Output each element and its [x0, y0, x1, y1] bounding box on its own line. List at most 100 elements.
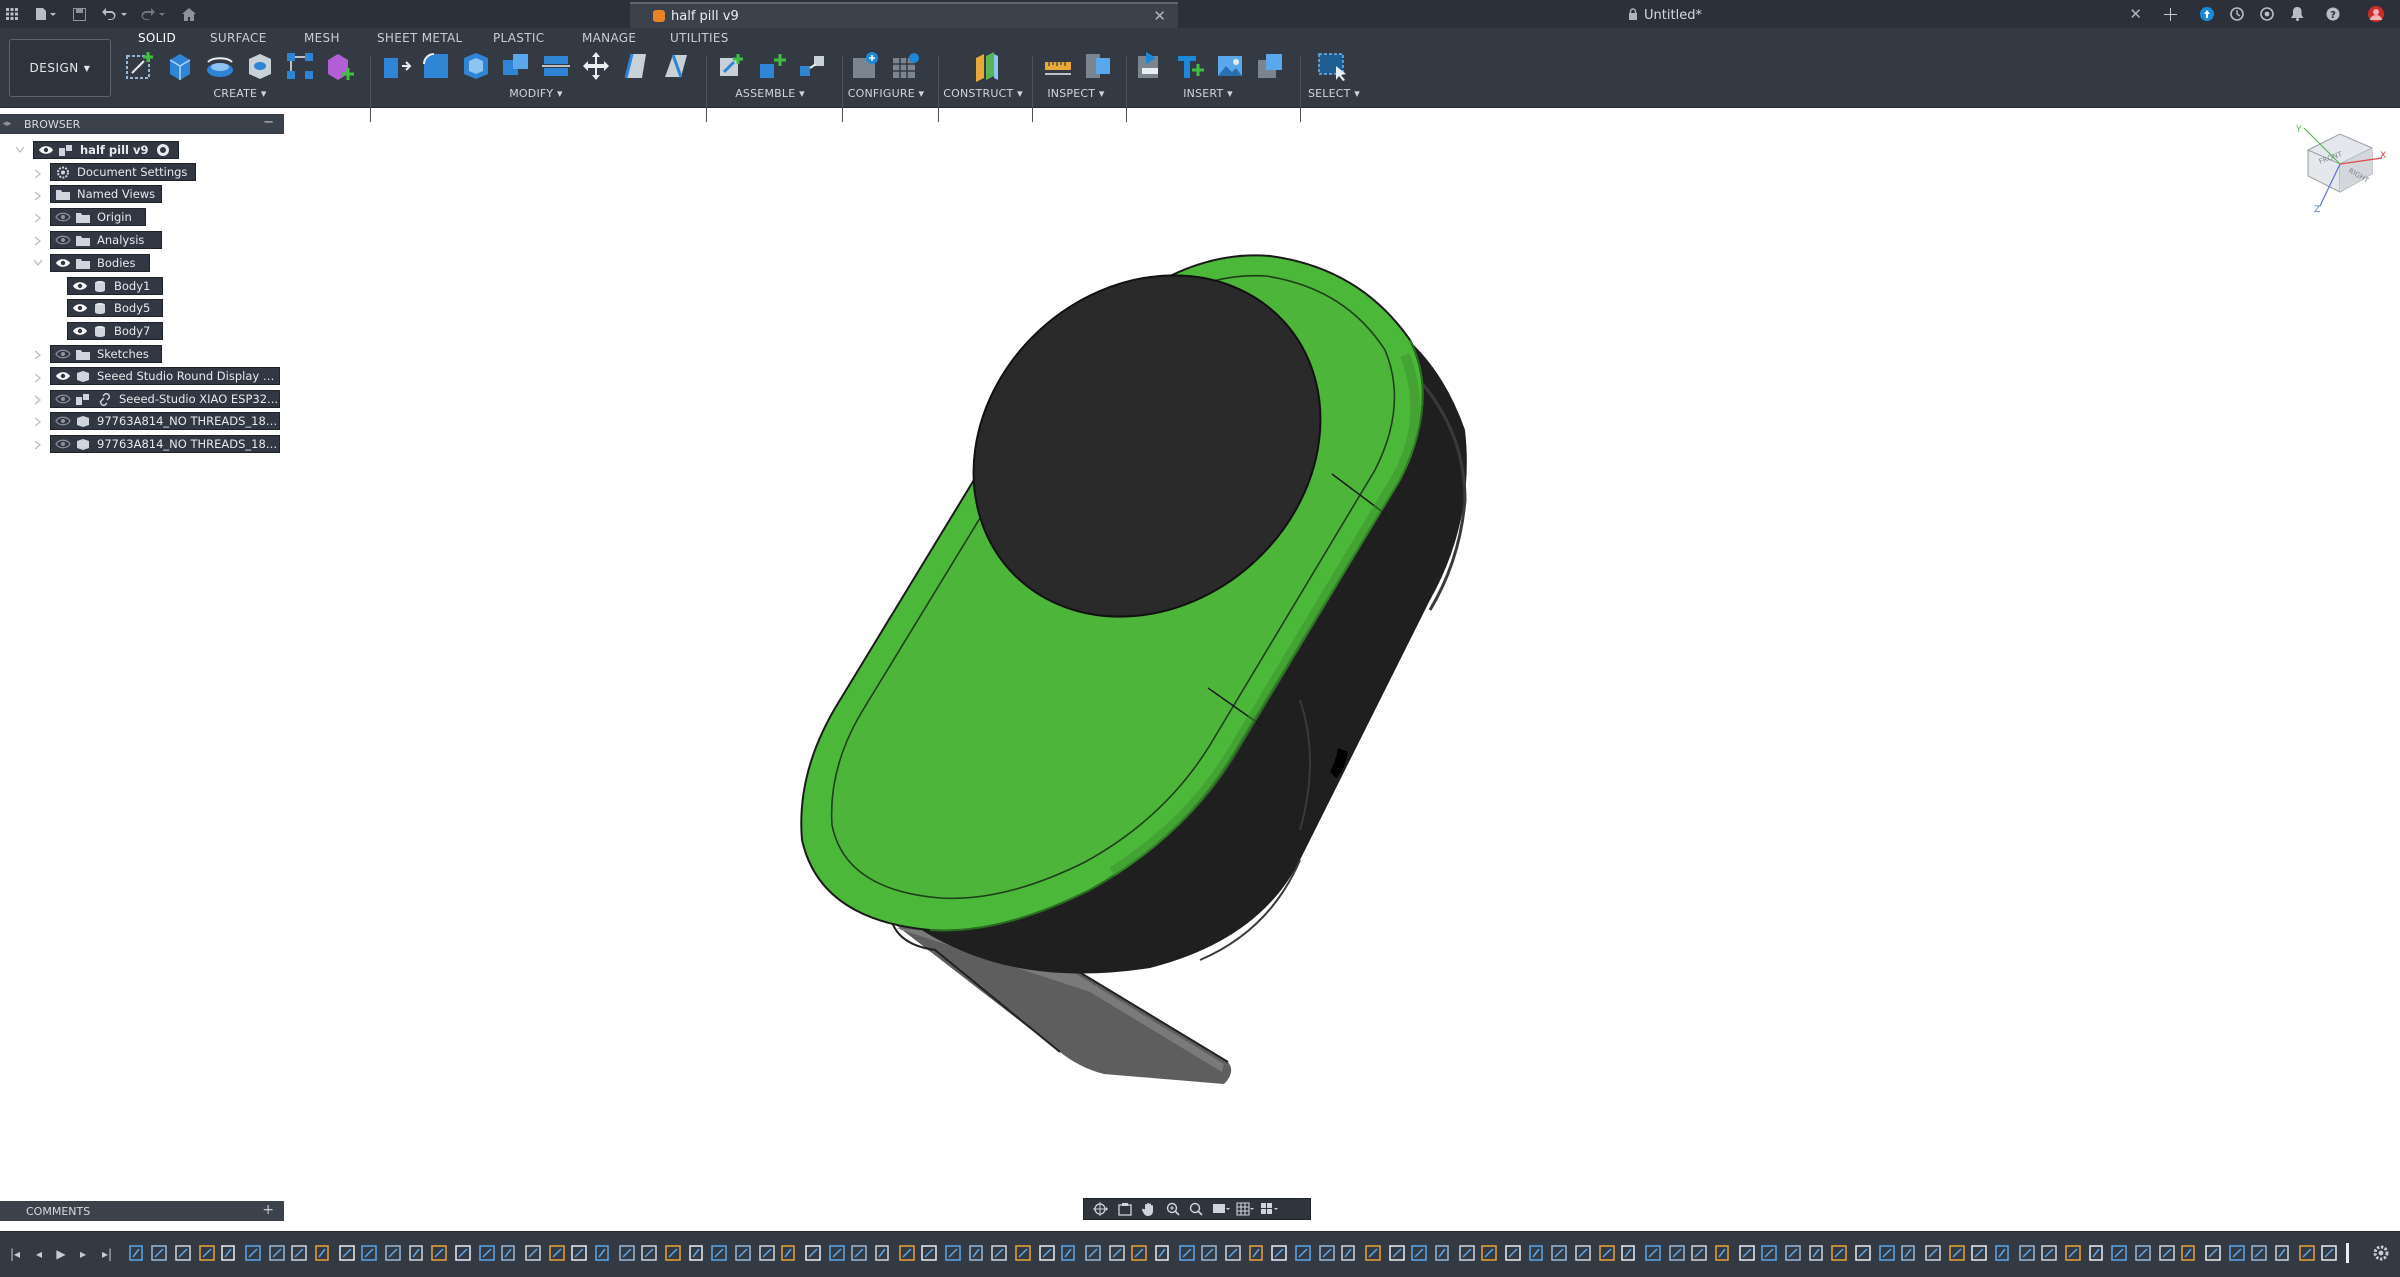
expand-arrow-icon[interactable] — [32, 416, 44, 428]
timeline-feature-icon[interactable] — [945, 1245, 961, 1261]
timeline-step-forward-icon[interactable]: ▸ — [74, 1245, 92, 1263]
timeline-feature-icon[interactable] — [2159, 1245, 2175, 1261]
expand-arrow-icon[interactable] — [32, 439, 44, 451]
timeline-feature-icon[interactable] — [2251, 1245, 2267, 1261]
timeline-feature-icon[interactable] — [1995, 1245, 2009, 1261]
split-body-icon[interactable] — [540, 50, 572, 82]
timeline-feature-icon[interactable] — [735, 1245, 751, 1261]
timeline-feature-icon[interactable] — [2135, 1245, 2151, 1261]
file-menu-icon[interactable] — [32, 5, 58, 23]
timeline-feature-icon[interactable] — [221, 1245, 235, 1261]
decal-icon[interactable] — [1254, 50, 1286, 82]
timeline-features[interactable] — [128, 1241, 2352, 1265]
display-settings-icon[interactable] — [1210, 1201, 1232, 1217]
timeline-feature-icon[interactable] — [361, 1245, 377, 1261]
new-tab-icon[interactable] — [2160, 5, 2180, 23]
browser-item-component[interactable]: 97763A814_NO THREADS_18-8... — [50, 435, 280, 453]
timeline-feature-icon[interactable] — [1271, 1245, 1287, 1261]
timeline-feature-icon[interactable] — [549, 1245, 565, 1261]
tab-surface[interactable]: SURFACE — [210, 31, 267, 45]
canvas-viewport[interactable] — [284, 108, 2400, 1198]
save-icon[interactable] — [72, 5, 86, 23]
timeline-feature-icon[interactable] — [969, 1245, 983, 1261]
timeline-feature-icon[interactable] — [1575, 1245, 1591, 1261]
comments-panel-header[interactable]: COMMENTS + — [0, 1201, 284, 1221]
online-status-icon[interactable] — [2258, 5, 2276, 23]
expand-arrow-icon[interactable] — [32, 168, 44, 180]
expand-arrow-icon[interactable] — [32, 394, 44, 406]
timeline-feature-icon[interactable] — [1529, 1245, 1543, 1261]
timeline-feature-icon[interactable] — [2205, 1245, 2221, 1261]
visibility-eye-icon[interactable] — [55, 258, 71, 268]
as-built-joint-icon[interactable] — [796, 50, 828, 82]
measure-icon[interactable] — [1042, 50, 1074, 82]
timeline-feature-icon[interactable] — [1155, 1245, 1169, 1261]
viewports-icon[interactable] — [1258, 1201, 1280, 1217]
timeline-feature-icon[interactable] — [1109, 1245, 1125, 1261]
timeline-feature-icon[interactable] — [921, 1245, 937, 1261]
timeline-feature-icon[interactable] — [1855, 1245, 1871, 1261]
timeline-feature-icon[interactable] — [1669, 1245, 1685, 1261]
redo-icon[interactable] — [138, 5, 168, 23]
timeline-feature-icon[interactable] — [1201, 1245, 1217, 1261]
expand-arrow-icon[interactable] — [32, 190, 44, 202]
assemble-menu-label[interactable]: ASSEMBLE ▾ — [735, 87, 805, 100]
timeline-feature-icon[interactable] — [1319, 1245, 1335, 1261]
timeline-feature-icon[interactable] — [199, 1245, 215, 1261]
browser-item-named-views[interactable]: Named Views — [50, 185, 162, 203]
timeline-feature-icon[interactable] — [1599, 1245, 1615, 1261]
browser-item-sketches[interactable]: Sketches — [50, 345, 162, 363]
pattern-icon[interactable] — [284, 50, 316, 82]
timeline-feature-icon[interactable] — [1739, 1245, 1755, 1261]
timeline-marker[interactable] — [2346, 1243, 2349, 1263]
collapse-panel-icon[interactable]: − — [263, 115, 274, 130]
timeline-feature-icon[interactable] — [1085, 1245, 1101, 1261]
browser-item-component[interactable]: Seeed Studio Round Display v... — [50, 367, 280, 385]
timeline-feature-icon[interactable] — [525, 1245, 541, 1261]
visibility-eye-hidden-icon[interactable] — [55, 349, 71, 359]
browser-item-body1[interactable]: Body1 — [67, 277, 163, 295]
construct-menu-label[interactable]: CONSTRUCT ▾ — [943, 87, 1023, 100]
joint-icon[interactable] — [756, 50, 788, 82]
timeline-feature-icon[interactable] — [1131, 1245, 1147, 1261]
revolve-icon[interactable] — [204, 50, 236, 82]
timeline-feature-icon[interactable] — [875, 1245, 889, 1261]
timeline-feature-icon[interactable] — [129, 1245, 143, 1261]
document-tab-inactive[interactable]: Untitled* ✕ — [1180, 2, 2150, 28]
visibility-eye-hidden-icon[interactable] — [55, 439, 71, 449]
timeline-start-icon[interactable]: |◂ — [6, 1245, 24, 1263]
undo-icon[interactable] — [100, 5, 130, 23]
timeline-feature-icon[interactable] — [315, 1245, 329, 1261]
scale-icon[interactable] — [660, 50, 692, 82]
timeline-feature-icon[interactable] — [1179, 1245, 1195, 1261]
timeline-feature-icon[interactable] — [1249, 1245, 1263, 1261]
expand-arrow-icon[interactable] — [32, 349, 44, 361]
timeline-feature-icon[interactable] — [1435, 1245, 1449, 1261]
extensions-icon[interactable] — [2198, 5, 2216, 23]
browser-item-body7[interactable]: Body7 — [67, 322, 163, 340]
zoom-icon[interactable] — [1162, 1201, 1184, 1217]
timeline-feature-icon[interactable] — [1761, 1245, 1777, 1261]
visibility-eye-icon[interactable] — [38, 145, 54, 155]
timeline-feature-icon[interactable] — [1621, 1245, 1635, 1261]
browser-item-body5[interactable]: Body5 — [67, 299, 163, 317]
collapse-arrow-icon[interactable] — [32, 257, 44, 269]
grid-settings-icon[interactable] — [1234, 1201, 1256, 1217]
fillet-icon[interactable] — [420, 50, 452, 82]
combine-icon[interactable] — [500, 50, 532, 82]
timeline-feature-icon[interactable] — [431, 1245, 447, 1261]
timeline-feature-icon[interactable] — [2089, 1245, 2103, 1261]
interference-icon[interactable] — [1082, 50, 1114, 82]
hole-icon[interactable] — [244, 50, 276, 82]
timeline-feature-icon[interactable] — [1901, 1245, 1915, 1261]
expand-arrow-icon[interactable] — [32, 372, 44, 384]
press-pull-icon[interactable] — [380, 50, 412, 82]
timeline-feature-icon[interactable] — [1691, 1245, 1707, 1261]
move-copy-icon[interactable] — [580, 50, 612, 82]
timeline-feature-icon[interactable] — [2065, 1245, 2081, 1261]
timeline-feature-icon[interactable] — [1295, 1245, 1311, 1261]
timeline-feature-icon[interactable] — [595, 1245, 609, 1261]
timeline-feature-icon[interactable] — [501, 1245, 515, 1261]
timeline-feature-icon[interactable] — [759, 1245, 775, 1261]
timeline-feature-icon[interactable] — [1411, 1245, 1427, 1261]
